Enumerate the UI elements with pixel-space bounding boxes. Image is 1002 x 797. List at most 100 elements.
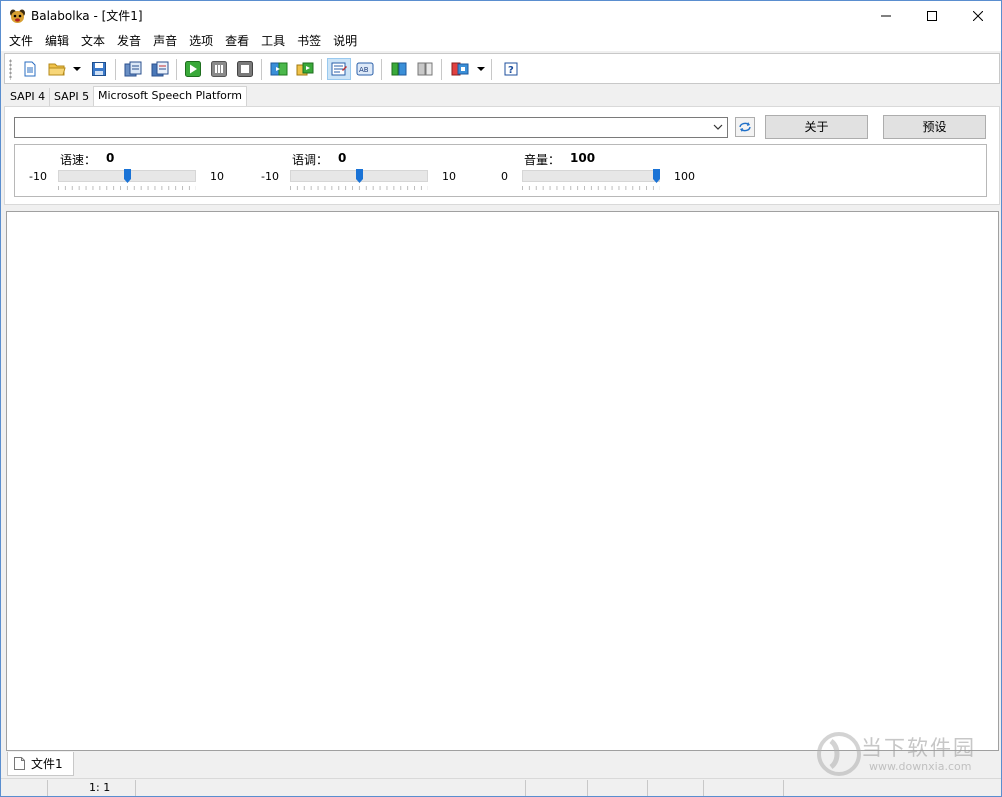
window-title: Balabolka - [文件1] [31, 9, 143, 23]
volume-min-label: 0 [501, 170, 508, 183]
close-button[interactable] [955, 1, 1001, 31]
toolbar-separator [115, 59, 116, 80]
tab-sapi5[interactable]: SAPI 5 [50, 88, 95, 107]
svg-text:?: ? [508, 65, 514, 76]
text-editor[interactable] [6, 211, 999, 751]
voice-option-dropdown-arrow-icon[interactable] [477, 67, 485, 71]
voice-select[interactable] [14, 117, 728, 138]
save-icon [92, 62, 106, 76]
status-bar: 1: 1 [1, 778, 1001, 796]
volume-value: 100 [570, 151, 596, 165]
pause-button[interactable] [207, 58, 231, 80]
close-icon [973, 11, 983, 21]
document-icon [14, 757, 25, 770]
export-right-button[interactable] [413, 58, 437, 80]
voice-option-icon [451, 62, 469, 76]
menu-voice[interactable]: 声音 [147, 32, 183, 50]
toolbar-separator [441, 59, 442, 80]
status-cursor-position: 1: 1 [48, 780, 136, 796]
export-left-button[interactable] [387, 58, 411, 80]
menu-tools[interactable]: 工具 [255, 32, 291, 50]
status-panel [1, 780, 48, 796]
convert-audio-button[interactable] [267, 58, 291, 80]
preset-button[interactable]: 预设 [883, 115, 986, 139]
minimize-icon [881, 15, 891, 17]
help-button[interactable]: ? [499, 58, 523, 80]
rate-value: 0 [106, 151, 115, 165]
maximize-button[interactable] [909, 1, 955, 31]
stop-icon [237, 61, 253, 77]
help-icon: ? [504, 62, 518, 76]
pause-icon [211, 61, 227, 77]
chevron-down-icon [713, 124, 723, 130]
menu-edit[interactable]: 编辑 [39, 32, 75, 50]
watermark-text: 当下软件园 [861, 736, 976, 760]
pitch-label: 语调： [292, 153, 329, 167]
voice-settings-panel: 关于 预设 语速： 0 -10 10 语调： 0 -10 10 音量： 100 … [4, 106, 1000, 205]
pitch-slider-thumb[interactable] [355, 169, 363, 183]
pitch-value: 0 [338, 151, 347, 165]
refresh-voices-button[interactable] [735, 117, 755, 137]
save-button[interactable] [87, 58, 111, 80]
refresh-icon [739, 122, 751, 132]
toolbar-grip[interactable] [9, 59, 12, 80]
open-folder-icon [48, 63, 66, 76]
open-button[interactable] [45, 58, 69, 80]
volume-slider-track[interactable] [522, 170, 660, 182]
status-panel [648, 780, 704, 796]
read-selection-icon [151, 61, 169, 77]
text-view-button[interactable] [327, 58, 351, 80]
read-clipboard-button[interactable] [121, 58, 145, 80]
play-icon [185, 61, 201, 77]
about-button[interactable]: 关于 [765, 115, 868, 139]
status-panel [526, 780, 588, 796]
status-panel [588, 780, 648, 796]
export-right-icon [417, 62, 433, 76]
rate-label: 语速： [60, 153, 97, 167]
tab-microsoft-speech-platform[interactable]: Microsoft Speech Platform [93, 86, 247, 107]
read-selection-button[interactable] [148, 58, 172, 80]
status-panel [704, 780, 784, 796]
toolbar-separator [261, 59, 262, 80]
voice-option-button[interactable] [448, 58, 472, 80]
maximize-icon [927, 11, 937, 21]
menu-view[interactable]: 查看 [219, 32, 255, 50]
toolbar-separator [321, 59, 322, 80]
batch-convert-icon [296, 62, 314, 76]
spell-check-button[interactable]: AB [353, 58, 377, 80]
menu-help[interactable]: 说明 [327, 32, 363, 50]
pitch-max-label: 10 [442, 170, 456, 183]
menu-bar: 文件 编辑 文本 发音 声音 选项 查看 工具 书签 说明 [1, 31, 1001, 51]
doc-tab-file1[interactable]: 文件1 [7, 752, 74, 776]
watermark: 当下软件园 www.downxia.com [817, 729, 987, 779]
toolbar-separator [381, 59, 382, 80]
menu-options[interactable]: 选项 [183, 32, 219, 50]
batch-convert-button[interactable] [293, 58, 317, 80]
minimize-button[interactable] [863, 1, 909, 31]
menu-file[interactable]: 文件 [3, 32, 39, 50]
new-button[interactable] [18, 58, 42, 80]
stop-button[interactable] [233, 58, 257, 80]
pitch-slider-ticks [290, 186, 428, 190]
volume-slider-ticks [522, 186, 660, 190]
menu-pronunciation[interactable]: 发音 [111, 32, 147, 50]
voice-parameters-box: 语速： 0 -10 10 语调： 0 -10 10 音量： 100 0 100 [14, 144, 987, 197]
balabolka-logo-icon [9, 8, 26, 24]
toolbar-separator [176, 59, 177, 80]
toolbar-separator [491, 59, 492, 80]
volume-slider-thumb[interactable] [653, 169, 660, 183]
tab-sapi4[interactable]: SAPI 4 [6, 88, 51, 107]
text-view-icon [331, 62, 347, 76]
svg-text:AB: AB [359, 66, 369, 74]
menu-bookmarks[interactable]: 书签 [291, 32, 327, 50]
toolbar: AB ? [4, 53, 1000, 84]
rate-min-label: -10 [29, 170, 47, 183]
status-panel [136, 780, 526, 796]
rate-slider-thumb[interactable] [123, 169, 131, 183]
app-window: Balabolka - [文件1] 文件 编辑 文本 发音 声音 选项 查看 工… [0, 0, 1002, 797]
menu-text[interactable]: 文本 [75, 32, 111, 50]
new-file-icon [24, 61, 36, 77]
play-button[interactable] [181, 58, 205, 80]
volume-label: 音量： [524, 153, 561, 167]
open-dropdown-arrow-icon[interactable] [73, 67, 81, 71]
